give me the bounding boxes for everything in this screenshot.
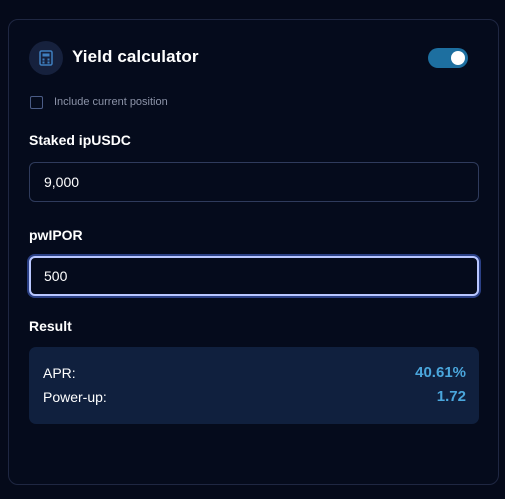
calculator-glyph <box>39 50 53 66</box>
calculator-title: Yield calculator <box>72 47 199 66</box>
include-position-checkbox[interactable] <box>30 95 43 109</box>
pwipor-label: pwIPOR <box>29 227 83 243</box>
calculator-header: Yield calculator <box>29 40 478 76</box>
pwipor-input[interactable]: 500 <box>29 256 479 296</box>
result-label: Result <box>29 318 72 334</box>
include-position-label: Include current position <box>54 96 168 108</box>
power-up-key: Power-up: <box>43 388 107 405</box>
staked-input-value: 9,000 <box>44 174 80 190</box>
result-panel: APR: 40.61% Power-up: 1.72 <box>29 347 479 424</box>
power-up-value: 1.72 <box>436 388 466 405</box>
pwipor-input-value: 500 <box>44 268 68 284</box>
staked-label: Staked ipUSDC <box>29 132 131 148</box>
result-row-power-up: Power-up: 1.72 <box>43 388 466 405</box>
staked-input[interactable]: 9,000 <box>29 162 479 202</box>
apr-value: 40.61% <box>415 364 466 381</box>
toggle-knob <box>451 51 465 65</box>
result-row-apr: APR: 40.61% <box>43 364 466 381</box>
apr-key: APR: <box>43 364 76 381</box>
calculator-icon <box>29 41 63 75</box>
include-position-option[interactable]: Include current position <box>30 95 168 109</box>
yield-calculator-card: Yield calculator Include current positio… <box>8 19 499 485</box>
calculator-toggle[interactable] <box>428 48 468 68</box>
